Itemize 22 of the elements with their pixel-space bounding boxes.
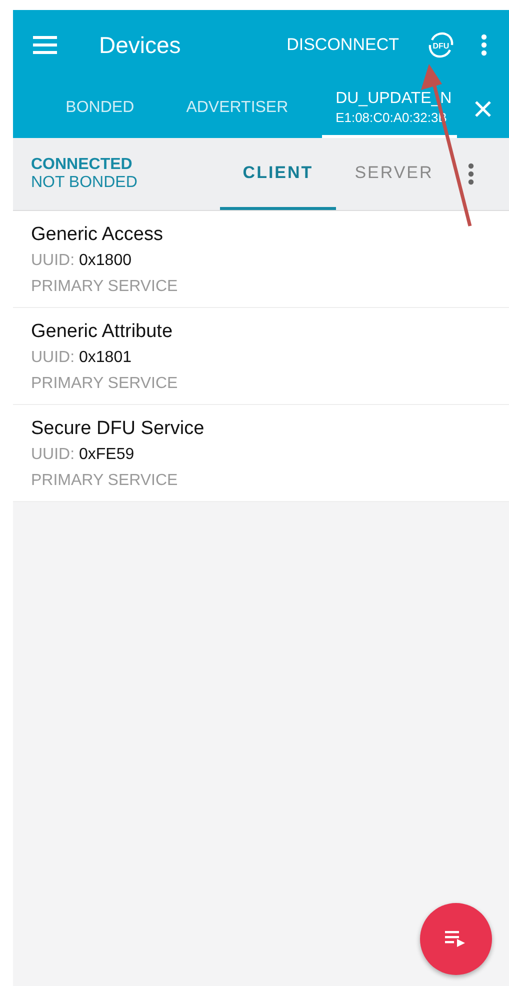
service-uuid: UUID: 0xFE59 — [31, 445, 136, 465]
client-server-tab[interactable]: SERVER — [336, 138, 452, 210]
toolbar-title: Devices — [99, 32, 182, 58]
more-options-icon[interactable] — [481, 34, 487, 56]
bond-state: NOT BONDED — [31, 174, 138, 192]
service-type: PRIMARY SERVICE — [31, 277, 179, 297]
service-type: PRIMARY SERVICE — [31, 374, 179, 394]
device-tab[interactable]: BONDED — [33, 80, 167, 138]
menu-icon[interactable] — [33, 36, 57, 54]
service-uuid: UUID: 0x1801 — [31, 348, 132, 368]
device-tab[interactable]: ADVERTISER — [166, 80, 308, 138]
service-type: PRIMARY SERVICE — [31, 471, 179, 491]
service-uuid: UUID: 0x1800 — [31, 251, 132, 271]
playlist-play-icon — [445, 930, 467, 948]
disconnect-button[interactable]: DISCONNECT — [282, 29, 403, 61]
more-options-icon[interactable] — [468, 163, 474, 185]
connection-state: CONNECTED — [31, 156, 134, 174]
close-icon — [474, 100, 492, 118]
service-name: Generic Access — [31, 223, 164, 247]
service-name: Secure DFU Service — [31, 417, 206, 441]
service-name: Generic Attribute — [31, 320, 174, 344]
log-button[interactable] — [420, 903, 492, 975]
